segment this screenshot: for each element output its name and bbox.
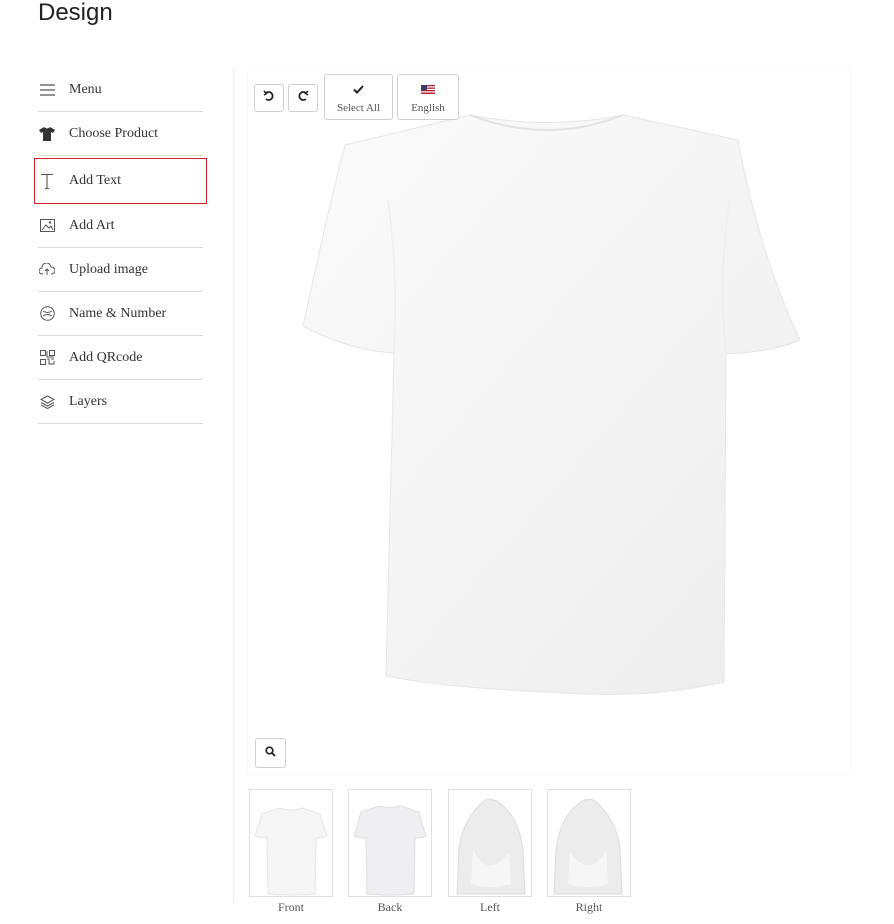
- page-title: Design: [38, 0, 113, 26]
- zoom-button[interactable]: [255, 738, 286, 768]
- search-icon: [265, 744, 276, 762]
- tshirt-front-image: [302, 114, 801, 695]
- select-all-button[interactable]: Select All: [324, 74, 393, 120]
- redo-button[interactable]: [288, 84, 318, 112]
- redo-icon: [297, 89, 309, 107]
- tshirt-front-thumb: [254, 807, 328, 896]
- undo-button[interactable]: [254, 84, 284, 112]
- view-thumb-front[interactable]: [249, 789, 333, 897]
- language-button[interactable]: English: [397, 74, 459, 120]
- sidebar-item-add-qrcode[interactable]: Add QRcode: [38, 336, 203, 380]
- sidebar-item-label: Choose Product: [69, 125, 159, 141]
- tshirt-left-thumb: [456, 799, 526, 895]
- sidebar-item-add-text[interactable]: Add Text: [34, 158, 207, 204]
- undo-icon: [263, 89, 275, 107]
- sidebar-item-label: Add QRcode: [69, 349, 143, 365]
- tshirt-icon: [39, 126, 55, 142]
- image-icon: [39, 218, 55, 234]
- sidebar-item-label: Add Text: [69, 173, 122, 188]
- sidebar: Menu Choose Product Add Text Add Art Upl…: [34, 68, 207, 424]
- canvas-divider: [233, 68, 234, 902]
- cloud-upload-icon: [39, 262, 55, 278]
- layers-icon: [39, 394, 55, 410]
- view-label-back: Back: [377, 900, 403, 914]
- sidebar-item-name-number[interactable]: Name & Number: [38, 292, 203, 336]
- sidebar-item-choose-product[interactable]: Choose Product: [38, 112, 203, 156]
- menu-icon: [39, 82, 55, 98]
- sidebar-item-layers[interactable]: Layers: [38, 380, 203, 424]
- us-flag-icon: [421, 81, 435, 99]
- sidebar-item-label: Add Art: [69, 217, 115, 233]
- text-icon: [39, 173, 55, 189]
- view-label-right: Right: [575, 900, 603, 914]
- design-canvas[interactable]: Select All English: [248, 70, 850, 774]
- view-label-left: Left: [480, 900, 500, 914]
- view-thumb-left[interactable]: [448, 789, 532, 897]
- view-thumb-right[interactable]: [547, 789, 631, 897]
- view-thumb-back[interactable]: [348, 789, 432, 897]
- qrcode-icon: [39, 350, 55, 366]
- tshirt-right-thumb: [553, 799, 623, 895]
- select-all-label: Select All: [336, 101, 381, 114]
- sidebar-item-label: Menu: [69, 81, 102, 97]
- language-label: English: [411, 101, 445, 114]
- sidebar-item-upload-image[interactable]: Upload image: [38, 248, 203, 292]
- sidebar-item-menu[interactable]: Menu: [38, 68, 203, 112]
- checkmark-icon: [353, 81, 364, 99]
- view-label-front: Front: [277, 900, 304, 914]
- sidebar-item-add-art[interactable]: Add Art: [38, 204, 203, 248]
- tshirt-back-thumb: [353, 805, 427, 896]
- sidebar-item-label: Name & Number: [69, 305, 167, 321]
- sidebar-item-label: Upload image: [69, 261, 148, 277]
- sidebar-item-label: Layers: [69, 393, 108, 409]
- jersey-icon: [39, 306, 55, 322]
